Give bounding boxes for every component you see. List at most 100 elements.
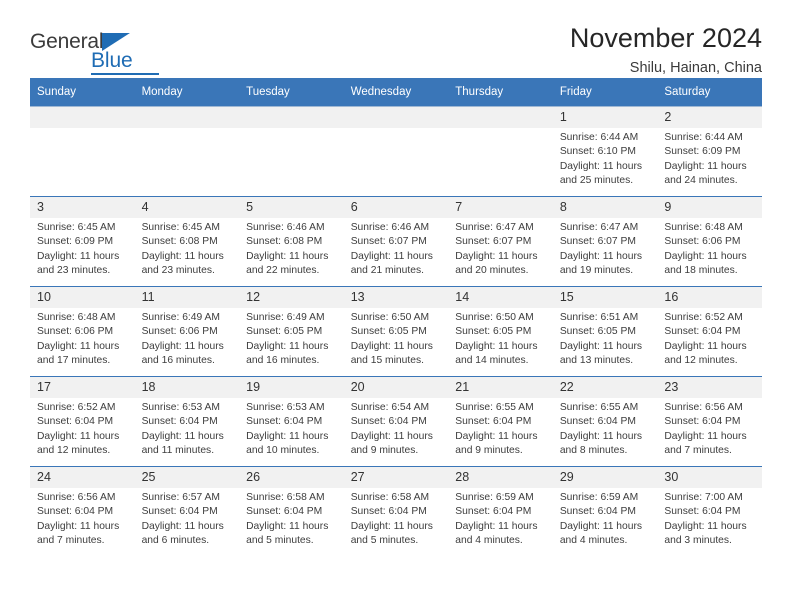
day-details: Sunrise: 6:59 AM Sunset: 6:04 PM Daylight:… (553, 488, 658, 549)
calendar-day-cell[interactable]: 25 Sunrise: 6:57 AM Sunset: 6:04 PM Dayligh… (134, 466, 240, 557)
day-detail-line: Sunrise: 6:50 AM (455, 312, 534, 323)
day-detail-line: Sunrise: 6:46 AM (246, 222, 325, 233)
calendar-day-cell[interactable]: 19 Sunrise: 6:53 AM Sunset: 6:04 PM Dayligh… (239, 376, 344, 467)
day-detail-line: Sunrise: 6:52 AM (37, 402, 116, 413)
calendar-day-cell[interactable]: 8 Sunrise: 6:47 AM Sunset: 6:07 PM Daylight… (552, 196, 658, 287)
calendar-day-cell[interactable]: 15 Sunrise: 6:51 AM Sunset: 6:05 PM Dayligh… (552, 286, 658, 377)
day-detail-line: Sunset: 6:07 PM (455, 236, 532, 248)
day-number: 22 (552, 377, 658, 398)
day-detail-line: and 16 minutes. (141, 355, 215, 367)
calendar-day-cell[interactable]: 3 Sunrise: 6:45 AM Sunset: 6:09 PM Daylight… (30, 196, 135, 287)
day-details: Sunrise: 6:48 AM Sunset: 6:06 PM Daylight:… (30, 308, 135, 369)
calendar-day-cell[interactable]: 12 Sunrise: 6:49 AM Sunset: 6:05 PM Dayligh… (239, 286, 344, 377)
day-details: Sunrise: 6:58 AM Sunset: 6:04 PM Daylight:… (239, 488, 344, 549)
calendar-day-cell[interactable]: 16 Sunrise: 6:52 AM Sunset: 6:04 PM Dayligh… (657, 286, 762, 377)
day-details: Sunrise: 6:50 AM Sunset: 6:05 PM Daylight:… (344, 308, 449, 369)
day-detail-line: Daylight: 11 hours (350, 430, 433, 442)
calendar-empty-cell (30, 106, 135, 197)
day-detail-line: and 24 minutes. (664, 175, 738, 187)
calendar-day-cell[interactable]: 5 Sunrise: 6:46 AM Sunset: 6:08 PM Daylight… (239, 196, 344, 287)
day-number: 13 (343, 287, 449, 308)
day-detail-line: Daylight: 11 hours (141, 340, 224, 352)
day-detail-line: Sunset: 6:06 PM (37, 326, 114, 338)
calendar-day-cell[interactable]: 4 Sunrise: 6:45 AM Sunset: 6:08 PM Daylight… (134, 196, 240, 287)
day-detail-line: Daylight: 11 hours (559, 430, 643, 442)
day-details: Sunrise: 6:55 AM Sunset: 6:04 PM Daylight:… (553, 398, 658, 459)
day-detail-line: Daylight: 11 hours (246, 340, 329, 352)
day-details: Sunrise: 7:00 AM Sunset: 6:04 PM Daylight:… (657, 488, 762, 549)
day-detail-line: Daylight: 11 hours (559, 160, 643, 172)
day-detail-line: and 5 minutes. (350, 535, 419, 547)
calendar-week-row: 10 Sunrise: 6:48 AM Sunset: 6:06 PM Dayligh… (30, 286, 762, 377)
day-detail-line: and 16 minutes. (246, 355, 320, 367)
day-number (30, 107, 135, 128)
general-blue-logo[interactable]: General Blue (30, 30, 160, 82)
calendar-day-cell[interactable]: 27 Sunrise: 6:58 AM Sunset: 6:04 PM Dayligh… (343, 466, 449, 557)
day-detail-line: Daylight: 11 hours (37, 430, 120, 442)
calendar-week-row: 17 Sunrise: 6:52 AM Sunset: 6:04 PM Dayligh… (30, 376, 762, 467)
day-details: Sunrise: 6:46 AM Sunset: 6:08 PM Daylight:… (239, 218, 344, 279)
calendar-day-cell[interactable]: 24 Sunrise: 6:56 AM Sunset: 6:04 PM Dayligh… (30, 466, 135, 557)
calendar-day-cell[interactable]: 10 Sunrise: 6:48 AM Sunset: 6:06 PM Dayligh… (30, 286, 135, 377)
calendar-day-cell[interactable]: 6 Sunrise: 6:46 AM Sunset: 6:07 PM Daylight… (343, 196, 449, 287)
day-number: 9 (657, 197, 762, 218)
day-detail-line: Sunrise: 6:47 AM (559, 222, 639, 233)
day-detail-line: Sunset: 6:04 PM (664, 326, 741, 338)
calendar-day-cell[interactable]: 21 Sunrise: 6:55 AM Sunset: 6:04 PM Dayligh… (448, 376, 553, 467)
day-detail-line: Sunrise: 6:56 AM (37, 492, 116, 503)
calendar-day-cell[interactable]: 14 Sunrise: 6:50 AM Sunset: 6:05 PM Dayligh… (448, 286, 553, 377)
day-detail-line: Daylight: 11 hours (141, 520, 224, 532)
day-detail-line: Sunrise: 6:45 AM (141, 222, 220, 233)
calendar-day-cell[interactable]: 23 Sunrise: 6:56 AM Sunset: 6:04 PM Dayligh… (657, 376, 762, 467)
day-number: 12 (239, 287, 344, 308)
day-detail-line: and 15 minutes. (350, 355, 424, 367)
day-number: 18 (134, 377, 240, 398)
day-detail-line: Sunset: 6:04 PM (559, 416, 636, 428)
day-detail-line: Sunset: 6:05 PM (559, 326, 636, 338)
calendar-week-row: 1 Sunrise: 6:44 AM Sunset: 6:10 PM Daylight… (30, 106, 762, 197)
day-detail-line: and 5 minutes. (246, 535, 314, 547)
day-detail-line: Sunrise: 6:55 AM (559, 402, 639, 413)
calendar-day-cell[interactable]: 17 Sunrise: 6:52 AM Sunset: 6:04 PM Dayligh… (30, 376, 135, 467)
calendar-day-cell[interactable]: 29 Sunrise: 6:59 AM Sunset: 6:04 PM Dayligh… (552, 466, 658, 557)
day-number: 24 (30, 467, 135, 488)
day-detail-line: Daylight: 11 hours (559, 520, 643, 532)
day-detail-line: and 9 minutes. (455, 445, 523, 457)
day-detail-line: Sunrise: 6:58 AM (350, 492, 430, 503)
calendar-day-cell[interactable]: 11 Sunrise: 6:49 AM Sunset: 6:06 PM Dayligh… (134, 286, 240, 377)
calendar-day-cell[interactable]: 7 Sunrise: 6:47 AM Sunset: 6:07 PM Daylight… (448, 196, 553, 287)
day-detail-line: Sunset: 6:04 PM (37, 416, 114, 428)
calendar-day-cell[interactable]: 30 Sunrise: 7:00 AM Sunset: 6:04 PM Dayligh… (657, 466, 762, 557)
day-detail-line: and 3 minutes. (664, 535, 732, 547)
day-detail-line: Daylight: 11 hours (664, 520, 747, 532)
weekday-header-wednesday: Wednesday (343, 78, 449, 107)
calendar-week-row: 3 Sunrise: 6:45 AM Sunset: 6:09 PM Daylight… (30, 196, 762, 287)
calendar-day-cell[interactable]: 20 Sunrise: 6:54 AM Sunset: 6:04 PM Dayligh… (343, 376, 449, 467)
day-details: Sunrise: 6:56 AM Sunset: 6:04 PM Daylight:… (30, 488, 135, 549)
calendar-day-cell[interactable]: 9 Sunrise: 6:48 AM Sunset: 6:06 PM Daylight… (657, 196, 762, 287)
day-detail-line: Sunrise: 6:52 AM (664, 312, 743, 323)
day-number: 17 (30, 377, 135, 398)
day-detail-line: and 9 minutes. (350, 445, 419, 457)
day-detail-line: and 4 minutes. (559, 535, 628, 547)
day-detail-line: Sunset: 6:04 PM (37, 506, 114, 518)
day-details: Sunrise: 6:53 AM Sunset: 6:04 PM Daylight:… (135, 398, 240, 459)
day-details: Sunrise: 6:49 AM Sunset: 6:05 PM Daylight:… (239, 308, 344, 369)
day-detail-line: Daylight: 11 hours (664, 160, 747, 172)
day-number: 11 (134, 287, 240, 308)
calendar-day-cell[interactable]: 28 Sunrise: 6:59 AM Sunset: 6:04 PM Dayligh… (448, 466, 553, 557)
calendar-day-cell[interactable]: 18 Sunrise: 6:53 AM Sunset: 6:04 PM Dayligh… (134, 376, 240, 467)
weekday-header-sunday: Sunday (30, 78, 135, 107)
day-details: Sunrise: 6:44 AM Sunset: 6:10 PM Daylight:… (553, 128, 658, 189)
day-detail-line: and 13 minutes. (559, 355, 634, 367)
calendar-day-cell[interactable]: 22 Sunrise: 6:55 AM Sunset: 6:04 PM Dayligh… (552, 376, 658, 467)
calendar-day-cell[interactable]: 2 Sunrise: 6:44 AM Sunset: 6:09 PM Daylight… (657, 106, 762, 197)
day-detail-line: Daylight: 11 hours (37, 250, 120, 262)
calendar-day-cell[interactable]: 26 Sunrise: 6:58 AM Sunset: 6:04 PM Dayligh… (239, 466, 344, 557)
day-detail-line: Sunrise: 7:00 AM (664, 492, 743, 503)
calendar-day-cell[interactable]: 13 Sunrise: 6:50 AM Sunset: 6:05 PM Dayligh… (343, 286, 449, 377)
day-detail-line: Daylight: 11 hours (455, 250, 538, 262)
calendar-day-cell[interactable]: 1 Sunrise: 6:44 AM Sunset: 6:10 PM Daylight… (552, 106, 658, 197)
day-number: 7 (448, 197, 553, 218)
day-details: Sunrise: 6:44 AM Sunset: 6:09 PM Daylight:… (657, 128, 762, 189)
